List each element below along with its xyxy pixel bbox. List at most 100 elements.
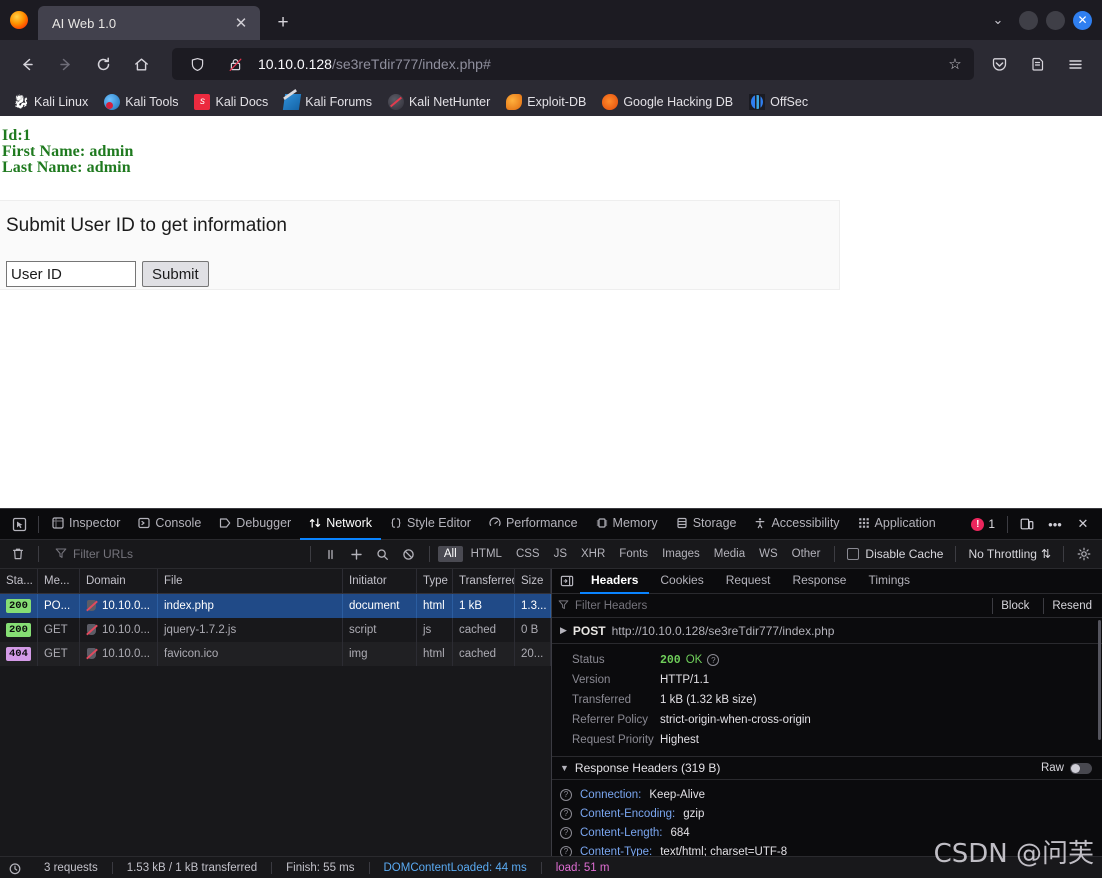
filter-type-all[interactable]: All [437,546,463,562]
tab-console[interactable]: Console [129,509,210,540]
chevron-down-icon[interactable]: ⌄ [985,12,1011,28]
container-tabs-icon[interactable] [1021,48,1053,80]
headers-scroll-area[interactable]: ▶ POST http://10.10.0.128/se3reTdir777/i… [552,618,1102,856]
filter-urls-input[interactable]: Filter URLs [47,547,302,562]
tab-response[interactable]: Response [781,569,857,594]
panel-collapse-icon[interactable] [554,574,580,588]
detail-key: Referrer Policy [572,714,649,726]
pause-icon[interactable] [319,543,343,565]
forward-icon [49,48,81,80]
filter-type-ws[interactable]: WS [753,546,784,562]
tab-storage[interactable]: Storage [667,509,746,540]
column-method[interactable]: Me... [38,569,80,593]
close-window-button[interactable]: ✕ [1073,10,1092,30]
toggle-icon[interactable] [1070,762,1092,774]
tab-accessibility[interactable]: Accessibility [745,509,848,540]
filter-type-images[interactable]: Images [656,546,706,562]
tab-style-editor[interactable]: Style Editor [381,509,480,540]
disable-cache-checkbox[interactable]: Disable Cache [843,547,947,561]
triangle-down-icon[interactable]: ▼ [560,763,569,773]
tab-inspector[interactable]: Inspector [43,509,129,540]
network-toolbar: Filter URLs All HTML CSS JS XHR Fonts Im… [0,540,1102,569]
filter-type-xhr[interactable]: XHR [575,546,611,562]
bookmark-exploit-db[interactable]: Exploit-DB [499,90,593,114]
tab-application[interactable]: Application [849,509,945,540]
stopwatch-icon[interactable] [0,861,30,875]
block-button[interactable]: Block [992,597,1037,614]
resend-button[interactable]: Resend [1043,597,1100,614]
table-row[interactable]: 200 PO... 10.10.0... index.php document … [0,594,551,618]
url-text[interactable]: 10.10.0.128/se3reTdir777/index.php# [254,56,942,72]
filter-type-fonts[interactable]: Fonts [613,546,654,562]
tab-timings[interactable]: Timings [857,569,921,594]
raw-toggle[interactable]: Raw [1041,762,1102,774]
close-icon[interactable]: ✕ [230,12,252,34]
form-title: Submit User ID to get information [6,215,287,236]
column-file[interactable]: File [158,569,343,593]
help-icon[interactable]: ? [560,845,572,856]
bookmark-google-hacking-db[interactable]: Google Hacking DB [595,90,740,114]
tab-cookies[interactable]: Cookies [649,569,714,594]
column-type[interactable]: Type [417,569,453,593]
home-icon[interactable] [125,48,157,80]
responsive-design-icon[interactable] [1014,511,1040,537]
tab-performance[interactable]: Performance [480,509,587,540]
shield-icon[interactable] [181,48,213,80]
user-id-input[interactable] [6,261,136,287]
filter-type-html[interactable]: HTML [465,546,508,562]
bookmark-kali-linux[interactable]: Kali Linux [6,90,95,114]
tab-headers[interactable]: Headers [580,569,650,594]
tab-memory[interactable]: Memory [587,509,667,540]
column-initiator[interactable]: Initiator [343,569,417,593]
help-icon[interactable]: ? [560,788,572,801]
bookmark-kali-tools[interactable]: Kali Tools [97,90,185,114]
new-tab-button[interactable]: + [268,8,298,38]
block-icon[interactable] [397,543,421,565]
bookmark-kali-nethunter[interactable]: Kali NetHunter [381,90,497,114]
insecure-lock-icon[interactable] [219,48,251,80]
submit-button[interactable]: Submit [142,261,209,287]
bookmark-kali-docs[interactable]: Kali Docs [187,90,275,114]
reload-icon[interactable] [87,48,119,80]
help-icon[interactable]: ? [560,807,572,820]
filter-type-css[interactable]: CSS [510,546,546,562]
pocket-icon[interactable] [983,48,1015,80]
column-transferred[interactable]: Transferred [453,569,515,593]
more-options-icon[interactable]: ••• [1042,511,1068,537]
minimize-button[interactable] [1019,10,1038,30]
close-devtools-icon[interactable]: ✕ [1070,511,1096,537]
filter-type-media[interactable]: Media [708,546,751,562]
triangle-right-icon[interactable]: ▶ [560,625,567,636]
error-count-badge[interactable]: ! 1 [965,517,1001,531]
browser-tab[interactable]: AI Web 1.0 ✕ [38,6,260,40]
details-scrollbar[interactable] [1098,618,1102,856]
column-domain[interactable]: Domain [80,569,158,593]
response-headers-section[interactable]: ▼ Response Headers (319 B) Raw [552,756,1102,780]
element-picker-icon[interactable] [4,517,34,532]
back-icon[interactable] [11,48,43,80]
throttling-select[interactable]: No Throttling ⇅ [964,547,1055,561]
tab-request[interactable]: Request [715,569,782,594]
help-icon[interactable]: ? [707,654,720,666]
hamburger-menu-icon[interactable] [1059,48,1091,80]
column-status[interactable]: Sta... [0,569,38,593]
bookmark-offsec[interactable]: OffSec [742,90,815,114]
address-bar[interactable]: 10.10.0.128/se3reTdir777/index.php# ☆ [172,48,974,80]
bookmark-kali-forums[interactable]: Kali Forums [277,90,379,114]
trash-icon[interactable] [6,543,30,565]
column-size[interactable]: Size [515,569,551,593]
filter-headers-input[interactable]: Filter Headers [575,600,986,612]
table-row[interactable]: 200 GET 10.10.0... jquery-1.7.2.js scrip… [0,618,551,642]
table-row[interactable]: 404 GET 10.10.0... favicon.ico img html … [0,642,551,666]
tab-network[interactable]: Network [300,509,382,540]
plus-icon[interactable] [345,543,369,565]
tab-debugger[interactable]: Debugger [210,509,300,540]
gear-icon[interactable] [1072,543,1096,565]
request-summary-line[interactable]: ▶ POST http://10.10.0.128/se3reTdir777/i… [552,618,1102,644]
filter-type-other[interactable]: Other [786,546,827,562]
maximize-button[interactable] [1046,10,1065,30]
filter-type-js[interactable]: JS [548,546,573,562]
help-icon[interactable]: ? [560,826,572,839]
search-icon[interactable] [371,543,395,565]
bookmark-star-icon[interactable]: ☆ [942,55,968,73]
